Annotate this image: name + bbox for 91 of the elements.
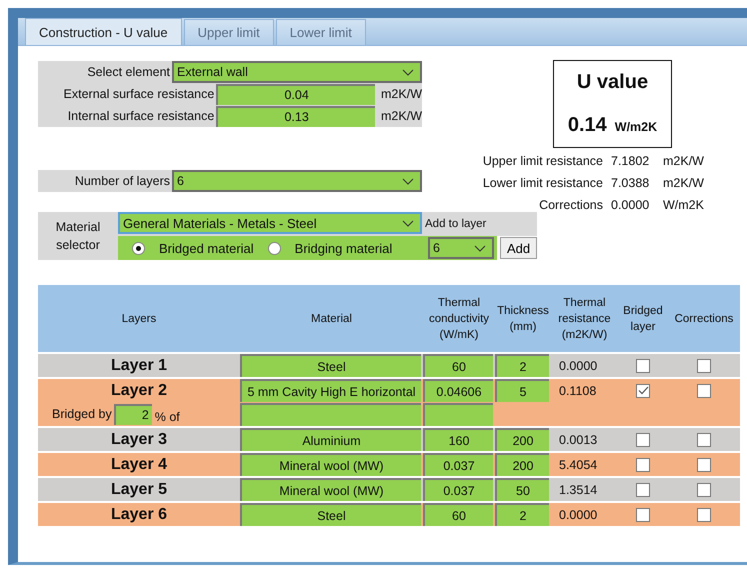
- checkbox[interactable]: [636, 458, 650, 472]
- unit-label: m2K/W: [662, 176, 704, 190]
- input-field[interactable]: [423, 402, 493, 426]
- input-field[interactable]: 0.037: [423, 478, 493, 501]
- layer-label: Layer 3: [110, 430, 168, 448]
- result-label: Corrections: [538, 198, 603, 212]
- checkbox[interactable]: [697, 482, 711, 496]
- checkbox[interactable]: [636, 508, 650, 522]
- unit-label: m2K/W: [662, 154, 704, 168]
- material-field[interactable]: Aluminium: [240, 428, 421, 451]
- checkbox[interactable]: [697, 432, 711, 446]
- layers-dropdown[interactable]: 6: [172, 170, 422, 192]
- unit-label: m2K/W: [380, 109, 422, 123]
- panel-title: U value: [576, 71, 648, 94]
- caret-icon: [474, 244, 486, 252]
- column-header: Corrections: [674, 312, 734, 326]
- radio-label: Bridged material: [159, 240, 254, 256]
- input-field[interactable]: 0.04: [216, 84, 376, 104]
- input-field[interactable]: 60: [423, 354, 493, 377]
- add-button[interactable]: Add: [500, 237, 538, 259]
- field-label: Internal surface resistance: [66, 109, 216, 123]
- tab[interactable]: Lower limit: [276, 19, 366, 45]
- column-header: Layers: [120, 312, 158, 326]
- column-header: Bridged layer: [622, 304, 664, 334]
- unit-label: W/m2K: [614, 120, 658, 134]
- material-field[interactable]: Mineral wool (MW): [240, 478, 421, 501]
- column-header: Thermal resistance (m2K/W): [557, 296, 612, 342]
- checkbox[interactable]: [636, 432, 650, 446]
- field-label: Select element: [86, 65, 171, 79]
- input-field[interactable]: 160: [423, 428, 493, 451]
- section-label: Material selector: [38, 212, 118, 260]
- field-label: Bridged by: [52, 407, 112, 421]
- result-value: 7.1802: [610, 154, 650, 168]
- tab[interactable]: Upper limit: [184, 19, 274, 45]
- tab[interactable]: Construction - U value: [25, 18, 182, 45]
- input-field[interactable]: [240, 402, 421, 426]
- input-field[interactable]: 2: [495, 503, 549, 526]
- material-field[interactable]: Steel: [240, 503, 421, 526]
- caret-icon: [402, 220, 414, 226]
- layer-label: Layer 5: [110, 480, 168, 498]
- layer-label: Layer 6: [110, 506, 168, 522]
- unit-label: W/m2K: [662, 198, 704, 212]
- checkbox[interactable]: [697, 358, 711, 372]
- table-cell-text: 5.4054: [558, 458, 598, 472]
- unit-label: m2K/W: [380, 87, 422, 101]
- element-dropdown[interactable]: External wall: [172, 61, 422, 83]
- result-label: Lower limit resistance: [482, 176, 603, 190]
- table-cell-text: 1.3514: [558, 482, 598, 496]
- radio-button[interactable]: [132, 242, 145, 254]
- checkbox[interactable]: [636, 384, 650, 398]
- field-label: % of: [154, 410, 180, 424]
- input-field[interactable]: 0.037: [423, 453, 493, 476]
- checkbox[interactable]: [636, 482, 650, 496]
- checkbox[interactable]: [697, 458, 711, 472]
- checkbox[interactable]: [636, 358, 650, 372]
- input-field[interactable]: 200: [495, 428, 549, 451]
- column-header: Thermal conductivity (W/mK): [428, 296, 490, 342]
- checkbox[interactable]: [697, 508, 711, 522]
- input-field[interactable]: 0.13: [216, 106, 376, 126]
- layer-dropdown[interactable]: 6: [428, 237, 494, 259]
- table-cell-text: 0.0000: [558, 508, 598, 522]
- material-field[interactable]: Steel: [240, 354, 421, 377]
- caret-icon: [402, 178, 414, 184]
- table-cell-text: 0.0013: [558, 432, 598, 446]
- table-cell-text: 0.0000: [558, 358, 598, 372]
- input-field[interactable]: 5: [495, 379, 549, 402]
- u-value: 0.14: [568, 114, 607, 137]
- result-label: Upper limit resistance: [482, 154, 603, 168]
- layer-label: Layer 4: [110, 456, 168, 472]
- input-field[interactable]: 50: [495, 478, 549, 501]
- radio-label: Bridging material: [294, 240, 392, 256]
- material-field[interactable]: Mineral wool (MW): [240, 453, 421, 476]
- field-label: Number of layers: [74, 174, 171, 188]
- result-value: 7.0388: [610, 176, 650, 190]
- checkbox[interactable]: [697, 384, 711, 398]
- caret-icon: [402, 68, 414, 76]
- layer-label: Layer 2: [110, 382, 168, 398]
- result-value: 0.0000: [610, 198, 650, 212]
- column-header: Thickness (mm): [496, 304, 550, 334]
- radio-button[interactable]: [268, 242, 281, 254]
- layer-label: Layer 1: [110, 356, 168, 374]
- field-label: External surface resistance: [62, 87, 216, 101]
- material-dropdown[interactable]: General Materials - Metals - Steel: [118, 212, 422, 234]
- column-header: Material: [310, 312, 353, 326]
- input-field[interactable]: 2: [495, 354, 549, 377]
- material-field[interactable]: 5 mm Cavity High E horizontal: [240, 379, 421, 402]
- input-field[interactable]: 60: [423, 503, 493, 526]
- input-field[interactable]: 200: [495, 453, 549, 476]
- input-field[interactable]: 0.04606: [423, 379, 493, 402]
- input-field[interactable]: 2: [114, 404, 152, 424]
- table-cell-text: 0.1108: [558, 384, 598, 398]
